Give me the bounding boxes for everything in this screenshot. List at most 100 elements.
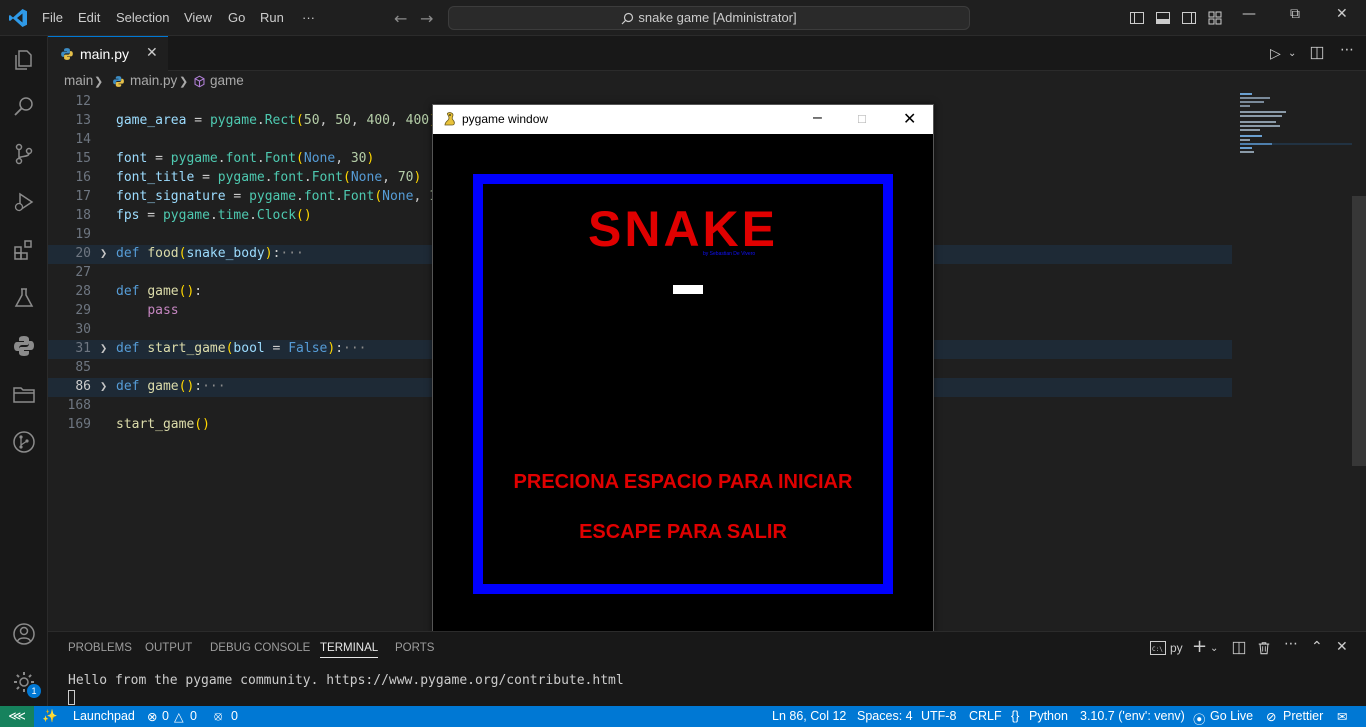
source-control-icon[interactable] — [12, 142, 36, 166]
fold-chevron-icon[interactable]: ❯ — [100, 379, 107, 393]
search-icon[interactable] — [12, 94, 36, 118]
line-number: 12 — [75, 94, 91, 109]
terminal-cursor[interactable] — [68, 690, 75, 705]
line-number: 20 — [75, 246, 91, 261]
customize-layout-icon[interactable] — [1207, 10, 1223, 26]
warnings-count[interactable]: 0 — [190, 709, 197, 723]
go-live-button[interactable]: Go Live — [1210, 709, 1253, 723]
pygame-minimize-button[interactable]: – — [813, 109, 822, 127]
ports-count[interactable]: 0 — [231, 709, 238, 723]
python-file-icon — [61, 48, 73, 60]
split-terminal-icon[interactable] — [1232, 641, 1246, 655]
minimap[interactable] — [1240, 93, 1352, 173]
code-text: font = pygame.font.Font(None, 30) — [116, 151, 375, 166]
settings-badge: 1 — [27, 684, 41, 698]
line-number: 18 — [75, 208, 91, 223]
breadcrumb: main ❯ main.py ❯ game — [48, 71, 1366, 93]
encoding[interactable]: UTF-8 — [921, 709, 956, 723]
game-canvas[interactable]: SNAKE by Sebastian De Vivero PRECIONA ES… — [433, 134, 933, 634]
exit-message: ESCAPE PARA SALIR — [579, 521, 787, 543]
toggle-panel-icon[interactable] — [1155, 10, 1171, 26]
restore-button[interactable]: ⧉ — [1290, 6, 1300, 22]
terminal-dropdown-icon[interactable]: ⌄ — [1210, 643, 1218, 654]
account-icon[interactable] — [12, 622, 36, 646]
menu-file[interactable]: File — [42, 10, 63, 25]
fold-chevron-icon[interactable]: ❯ — [100, 246, 107, 260]
game-signature: by Sebastian De Vivero — [703, 251, 756, 257]
testing-icon[interactable] — [12, 286, 36, 310]
menu-run[interactable]: Run — [260, 10, 284, 25]
tab-debug-console[interactable]: DEBUG CONSOLE — [210, 642, 310, 654]
close-panel-icon[interactable]: ✕ — [1336, 639, 1348, 655]
close-window-button[interactable]: ✕ — [1336, 6, 1348, 22]
split-editor-icon[interactable] — [1310, 46, 1324, 60]
pygame-title-bar[interactable]: pygame window – □ ✕ — [433, 105, 933, 134]
line-number: 86 — [75, 379, 91, 394]
folder-icon[interactable] — [12, 382, 36, 406]
code-text: def start_game(bool = False):··· — [116, 341, 367, 356]
tab-main-py[interactable]: main.py ✕ — [48, 36, 168, 71]
line-number: 169 — [67, 417, 91, 432]
breadcrumb-folder[interactable]: main — [64, 73, 93, 88]
python-icon[interactable] — [12, 334, 36, 358]
breadcrumb-symbol[interactable]: game — [210, 73, 244, 88]
trash-icon[interactable] — [1257, 641, 1271, 655]
command-center[interactable]: snake game [Administrator] — [448, 6, 970, 30]
cursor-position[interactable]: Ln 86, Col 12 — [772, 709, 846, 723]
tab-terminal[interactable]: TERMINAL — [320, 642, 379, 658]
line-number: 13 — [75, 113, 91, 128]
notifications-bell-icon[interactable]: ✉ — [1337, 709, 1347, 724]
tab-output[interactable]: OUTPUT — [145, 642, 192, 654]
fold-chevron-icon[interactable]: ❯ — [100, 341, 107, 355]
pygame-close-button[interactable]: ✕ — [903, 109, 916, 129]
tab-problems[interactable]: PROBLEMS — [68, 642, 132, 654]
back-arrow-icon[interactable]: ← — [394, 9, 407, 28]
indentation[interactable]: Spaces: 4 — [857, 709, 913, 723]
launchpad-button[interactable]: Launchpad — [73, 709, 135, 723]
python-file-icon — [113, 76, 124, 87]
tab-ports[interactable]: PORTS — [395, 642, 434, 654]
menu-view[interactable]: View — [184, 10, 212, 25]
tab-label: main.py — [80, 46, 130, 62]
ports-icon: ⦻ — [214, 709, 223, 723]
git-graph-icon[interactable] — [12, 430, 36, 454]
code-text: def food(snake_body):··· — [116, 246, 304, 261]
remote-indicator-icon[interactable]: ⋘ — [0, 706, 34, 727]
toggle-secondary-sidebar-icon[interactable] — [1181, 10, 1197, 26]
more-actions-icon[interactable]: ⋯ — [1340, 42, 1354, 58]
pygame-window[interactable]: pygame window – □ ✕ SNAKE by Sebastian D… — [432, 104, 934, 634]
toggle-primary-sidebar-icon[interactable] — [1129, 10, 1145, 26]
bottom-panel: PROBLEMS OUTPUT DEBUG CONSOLE TERMINAL P… — [48, 631, 1366, 706]
explorer-icon[interactable] — [12, 48, 36, 72]
menu-more[interactable]: ··· — [302, 10, 315, 25]
minimize-button[interactable]: — — [1242, 6, 1256, 22]
new-terminal-icon[interactable]: + — [1192, 636, 1207, 657]
menu-go[interactable]: Go — [228, 10, 245, 25]
run-file-icon[interactable]: ▷ — [1270, 46, 1281, 62]
line-number: 29 — [75, 303, 91, 318]
pygame-maximize-button[interactable]: □ — [858, 111, 866, 126]
menu-selection[interactable]: Selection — [116, 10, 169, 25]
python-interpreter[interactable]: 3.10.7 ('env': venv) — [1080, 709, 1185, 723]
run-debug-icon[interactable] — [12, 190, 36, 214]
code-text: game_area = pygame.Rect(50, 50, 400, 400… — [116, 113, 437, 128]
run-dropdown-icon[interactable]: ⌄ — [1288, 48, 1296, 59]
symbol-method-icon — [194, 75, 205, 88]
command-center-label: snake game [Administrator] — [638, 10, 797, 25]
prettier-button[interactable]: Prettier — [1283, 709, 1323, 723]
forward-arrow-icon[interactable]: → — [420, 9, 433, 28]
editor-scrollbar[interactable] — [1352, 196, 1366, 466]
maximize-panel-icon[interactable]: ⌃ — [1311, 639, 1323, 655]
errors-count[interactable]: 0 — [162, 709, 169, 723]
tab-close-icon[interactable]: ✕ — [146, 45, 158, 61]
code-text: def game(): — [116, 284, 203, 299]
menu-edit[interactable]: Edit — [78, 10, 100, 25]
terminal-output: Hello from the pygame community. https:/… — [68, 673, 624, 688]
language-mode[interactable]: Python — [1029, 709, 1068, 723]
more-panel-actions-icon[interactable]: ⋯ — [1284, 636, 1298, 652]
extensions-icon[interactable] — [12, 238, 36, 262]
terminal-name[interactable]: py — [1170, 641, 1183, 655]
line-number: 14 — [75, 132, 91, 147]
line-endings[interactable]: CRLF — [969, 709, 1002, 723]
breadcrumb-file[interactable]: main.py — [130, 73, 177, 88]
